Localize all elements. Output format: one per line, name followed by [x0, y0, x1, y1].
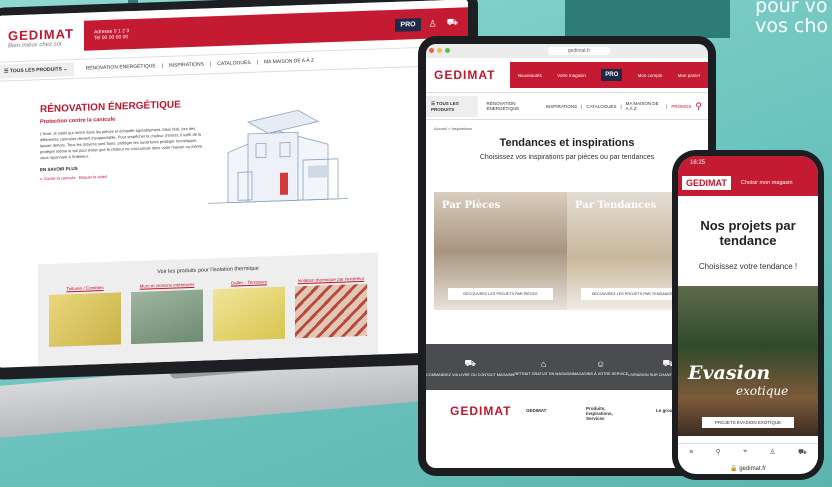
account-link[interactable]: Mon compte	[638, 73, 663, 78]
gedimat-logo[interactable]: GEDIMAT	[434, 68, 495, 82]
overlay-line: vos cho	[755, 15, 828, 37]
decor-block	[565, 0, 730, 38]
nav-item[interactable]: MA MAISON DE A À Z	[264, 58, 314, 66]
clock: 16:25	[690, 160, 706, 166]
news-link[interactable]: Nouveautés	[518, 73, 542, 78]
article-title: RÉNOVATION ÉNERGÉTIQUE	[40, 99, 181, 116]
rooms-button[interactable]: DÉCOUVREZ LES PROJETS PAR PIÈCES	[448, 288, 553, 300]
pro-badge[interactable]: PRO	[395, 17, 421, 32]
footer-column[interactable]: Produits, Inspirations, Services	[586, 406, 626, 421]
product-card[interactable]: Murs et cloisons intérieures	[131, 282, 203, 345]
overlay-line: pour vo	[755, 0, 828, 17]
address-bar[interactable]: 🔒 gedimat.fr	[678, 465, 818, 472]
page-subtitle: Choisissez vos inspirations par pièces o…	[479, 154, 655, 161]
laptop: GEDIMAT Bien mieux chez soi Adresse 0 1 2…	[0, 0, 478, 380]
trends-button[interactable]: DÉCOUVREZ LES PROJETS PAR TENDANCES	[581, 288, 686, 300]
all-products-menu[interactable]: ☰ TOUS LES PRODUITS	[426, 95, 479, 117]
nav-item[interactable]: INSPIRATIONS	[169, 62, 204, 69]
browser-chrome: gedimat.fr	[426, 44, 708, 58]
header-red-bar: Nouveautés Votre magasin PRO Mon compte …	[510, 62, 708, 88]
hero-title: Evasion	[688, 362, 771, 384]
insulation-roll-image	[49, 292, 121, 347]
overlay-text: pour vo vos cho	[755, 0, 828, 36]
evasion-hero-image[interactable]: Evasion exotique PROJETS EVASION EXOTIQU…	[678, 286, 818, 436]
page-title: Nos projets par tendance	[700, 218, 796, 248]
product-card-label[interactable]: Isolation thermique par l'extérieur	[295, 276, 367, 284]
wall-panel-image	[131, 289, 203, 345]
product-card-label[interactable]: Toitures / Combles	[49, 284, 121, 292]
card-label: Par Pièces	[442, 200, 501, 211]
nav-item[interactable]: MA MAISON DE A À Z	[626, 101, 663, 111]
product-card[interactable]: Toitures / Combles	[49, 284, 121, 347]
cart-icon: ⛟	[464, 357, 476, 368]
store-link[interactable]: Votre magasin	[557, 73, 586, 78]
header-contact: Adresse 0 1 2 3 Tel 00 00 00 00	[94, 28, 130, 42]
products-section: Voir les produits pour l'isolation therm…	[38, 252, 378, 368]
promo-stage: pour vo vos cho GEDIMAT Bien mieux chez s…	[0, 0, 832, 487]
hero-button[interactable]: PROJETS EVASION EXOTIQUE	[702, 417, 794, 428]
cart-link[interactable]: Mon panier	[678, 73, 701, 78]
site-header: GEDIMAT Choisir mon magasin	[678, 170, 818, 196]
location-icon[interactable]: ⌖	[743, 448, 747, 456]
cart-icon[interactable]: ⛟	[798, 448, 807, 457]
main-nav: ☰ TOUS LES PRODUITS RÉNOVATION ÉNERGÉTIQ…	[426, 92, 708, 120]
site-header: GEDIMAT Nouveautés Votre magasin PRO Mon…	[426, 58, 708, 92]
nav-item[interactable]: PROMOS	[671, 104, 691, 109]
laptop-screen: GEDIMAT Bien mieux chez soi Adresse 0 1 2…	[0, 0, 468, 368]
nav-item[interactable]: RÉNOVATION ÉNERGÉTIQUE	[86, 63, 156, 71]
search-icon[interactable]: ⚲	[716, 448, 721, 456]
gedimat-logo[interactable]: GEDIMAT	[682, 176, 731, 190]
exterior-insulation-image	[295, 283, 367, 339]
footer-logo[interactable]: GEDIMAT	[450, 404, 511, 418]
inspirations-heading: Tendances et inspirations Choisissez vos…	[426, 137, 708, 161]
article: RÉNOVATION ÉNERGÉTIQUE Protection contre…	[40, 98, 205, 181]
article-subtitle: Protection contre la canicule	[40, 116, 116, 126]
house-sketch-image	[208, 109, 348, 204]
inspiration-cards: Par Pièces DÉCOUVREZ LES PROJETS PAR PIÈ…	[434, 192, 700, 310]
status-bar: 16:25	[678, 156, 818, 170]
site-footer: GEDIMAT GEDIMAT Produits, Inspirations, …	[426, 390, 708, 468]
address-bar[interactable]: gedimat.fr	[547, 47, 611, 55]
service-item[interactable]: ⛟ COMMANDEZ VIA LIVRE OU CONTACT MAGASIN	[426, 358, 514, 377]
article-link[interactable]: > Contre la canicule : bloquer le soleil	[40, 170, 205, 181]
phone: 16:25 GEDIMAT Choisir mon magasin Nos pr…	[672, 150, 824, 480]
user-icon[interactable]: ♙	[769, 448, 775, 456]
footer-column[interactable]: GEDIMAT	[526, 408, 546, 413]
product-card[interactable]: Isolation thermique par l'extérieur	[295, 276, 367, 339]
product-card[interactable]: Dalles - Terrasses	[213, 279, 285, 342]
header-red-bar: Adresse 0 1 2 3 Tel 00 00 00 00 PRO ♙ ⛟	[84, 7, 468, 51]
page-subtitle: Choisissez votre tendance !	[698, 262, 798, 271]
user-icon[interactable]: ♙	[429, 18, 437, 29]
services-bar: ⛟ COMMANDEZ VIA LIVRE OU CONTACT MAGASIN …	[426, 344, 708, 390]
card-label: Par Tendances	[575, 200, 657, 211]
nav-item[interactable]: RÉNOVATION ÉNERGÉTIQUE	[486, 101, 537, 111]
hero-subtitle: exotique	[736, 384, 789, 398]
menu-icon[interactable]: ≡	[689, 449, 693, 456]
tablet-screen: gedimat.fr GEDIMAT Nouveautés Votre maga…	[426, 44, 708, 468]
slab-panel-image	[213, 286, 285, 342]
breadcrumb[interactable]: Accueil > Inspirations	[434, 126, 700, 131]
pro-badge[interactable]: PRO	[601, 69, 623, 81]
product-card-label[interactable]: Dalles - Terrasses	[213, 279, 285, 287]
store-icon: ⌂	[540, 358, 547, 369]
nav-item[interactable]: CATALOGUES	[586, 104, 616, 109]
inspiration-card-rooms[interactable]: Par Pièces DÉCOUVREZ LES PROJETS PAR PIÈ…	[434, 192, 567, 310]
product-card-label[interactable]: Murs et cloisons intérieures	[131, 282, 203, 290]
advice-icon: ☺	[596, 358, 606, 369]
service-item[interactable]: ☺ MAGASINS À VOTRE SERVICE	[573, 359, 628, 376]
all-products-menu[interactable]: ☰ TOUS LES PRODUITS ⌄	[0, 62, 74, 79]
store-selector[interactable]: Choisir mon magasin	[741, 180, 793, 186]
bottom-nav: ≡ ⚲ ⌖ ♙ ⛟	[678, 443, 818, 460]
nav-item[interactable]: CATALOGUES	[217, 60, 250, 67]
search-icon[interactable]: ⚲	[695, 101, 702, 112]
cart-icon[interactable]: ⛟	[447, 17, 458, 29]
service-item[interactable]: ⌂ RETRAIT GRATUIT EN MAGASIN	[514, 359, 572, 376]
nav-item[interactable]: INSPIRATIONS	[546, 104, 577, 109]
gedimat-logo[interactable]: GEDIMAT Bien mieux chez soi	[8, 26, 74, 49]
page-title: Tendances et inspirations	[499, 137, 635, 149]
article-body: L'hiver, le soleil qui rentre dans les p…	[40, 125, 203, 161]
phone-screen: 16:25 GEDIMAT Choisir mon magasin Nos pr…	[678, 156, 818, 474]
